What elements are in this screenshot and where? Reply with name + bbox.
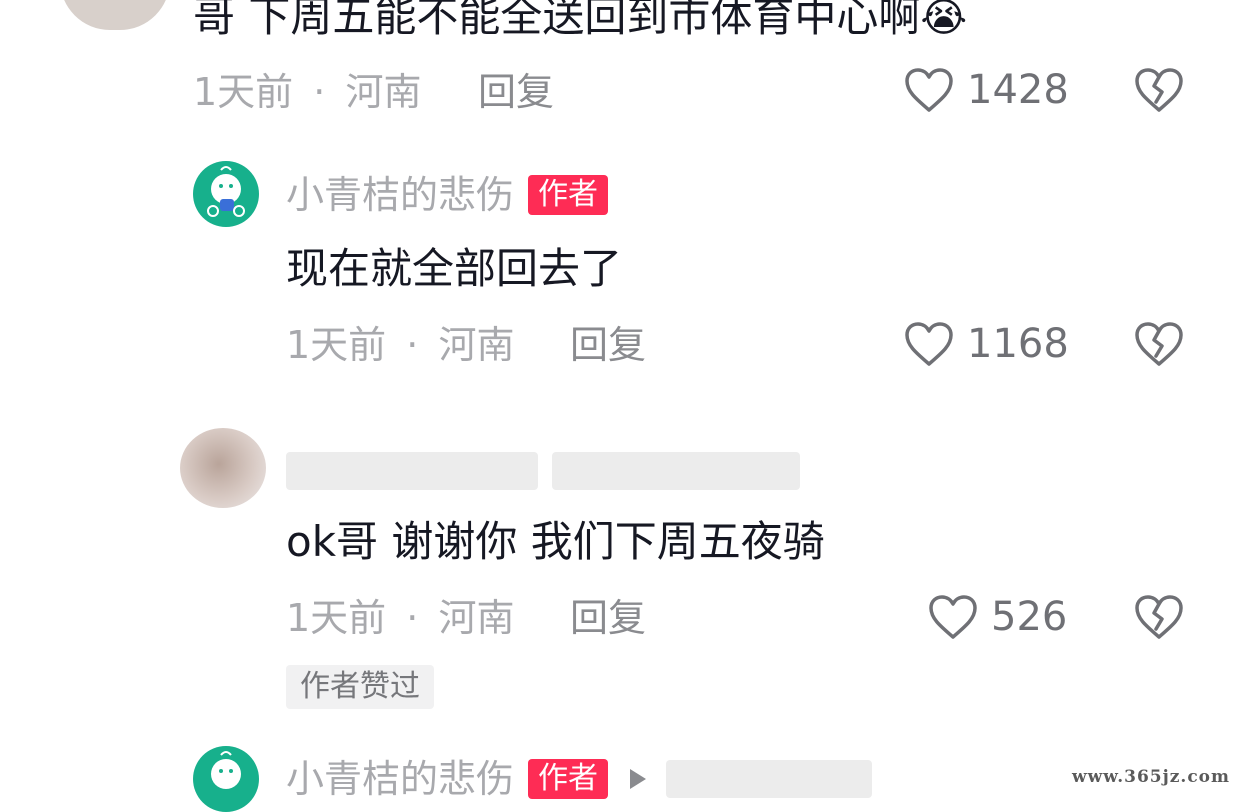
meta-separator: · xyxy=(406,323,419,367)
comment-time: 1天前 xyxy=(286,323,387,367)
author-avatar[interactable] xyxy=(193,746,259,812)
reply-button[interactable]: 回复 xyxy=(478,70,554,114)
avatar-blurred[interactable] xyxy=(60,0,170,30)
author-liked-tag: 作者赞过 xyxy=(286,665,434,709)
comment-text: 哥 下周五能不能全送回到市体育中心啊😭 xyxy=(193,0,967,43)
comment-location: 河南 xyxy=(438,323,515,367)
author-name[interactable]: 小青桔的悲伤 xyxy=(286,756,514,802)
heart-outline-icon xyxy=(929,595,977,639)
like-button[interactable]: 1168 xyxy=(903,320,1069,368)
author-badge: 作者 xyxy=(528,175,609,215)
broken-heart-icon xyxy=(1135,322,1183,366)
author-avatar[interactable] xyxy=(193,161,259,227)
like-button[interactable]: 526 xyxy=(927,593,1067,641)
like-count: 1428 xyxy=(967,67,1069,113)
comment-location: 河南 xyxy=(345,70,422,114)
like-count: 526 xyxy=(991,594,1068,640)
crying-emoji-icon: 😭 xyxy=(920,0,968,41)
author-name[interactable]: 小青桔的悲伤 xyxy=(286,172,514,218)
username-blurred[interactable] xyxy=(552,452,800,490)
comment-meta: 1天前 · 河南 xyxy=(193,70,421,114)
reply-button[interactable]: 回复 xyxy=(570,596,646,640)
avatar-blurred[interactable] xyxy=(180,428,266,508)
dislike-button[interactable] xyxy=(1133,320,1185,372)
heart-outline-icon xyxy=(905,68,953,112)
author-badge: 作者 xyxy=(528,759,609,799)
comment-time: 1天前 xyxy=(193,70,294,114)
triangle-right-icon xyxy=(630,769,647,789)
watermark: www.365jz.com xyxy=(1072,767,1230,787)
comment-meta: 1天前 · 河南 xyxy=(286,323,514,367)
comment-text-content: 哥 下周五能不能全送回到市体育中心啊 xyxy=(193,0,921,41)
dislike-button[interactable] xyxy=(1133,593,1185,645)
author-line: 小青桔的悲伤 作者 xyxy=(286,172,609,218)
comment-location: 河南 xyxy=(438,596,515,640)
comment-time: 1天前 xyxy=(286,596,387,640)
reply-button[interactable]: 回复 xyxy=(570,323,646,367)
mascot-avatar-icon xyxy=(207,166,245,217)
mascot-avatar-icon xyxy=(211,751,241,789)
heart-outline-icon xyxy=(905,322,953,366)
comment-text: ok哥 谢谢你 我们下周五夜骑 xyxy=(286,517,825,566)
username-blurred[interactable] xyxy=(286,452,538,490)
like-count: 1168 xyxy=(967,321,1069,367)
like-button[interactable]: 1428 xyxy=(903,66,1069,114)
author-line: 小青桔的悲伤 作者 xyxy=(286,756,873,802)
reply-target-blurred[interactable] xyxy=(666,760,873,798)
dislike-button[interactable] xyxy=(1133,66,1185,118)
comment-text: 现在就全部回去了 xyxy=(286,244,623,293)
broken-heart-icon xyxy=(1135,68,1183,112)
meta-separator: · xyxy=(313,70,326,114)
meta-separator: · xyxy=(406,596,419,640)
comment-meta: 1天前 · 河南 xyxy=(286,596,514,640)
broken-heart-icon xyxy=(1135,595,1183,639)
